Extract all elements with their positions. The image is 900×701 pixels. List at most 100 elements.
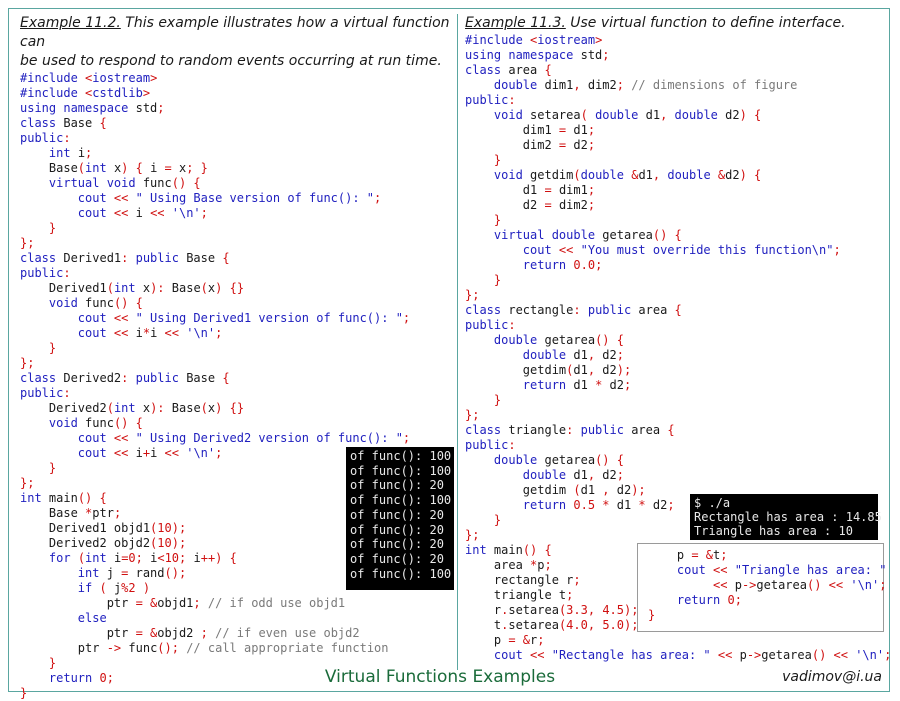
- code-token: public: [465, 93, 509, 107]
- code-token: getdim: [465, 483, 574, 497]
- code-token: 0.5: [573, 498, 603, 512]
- code-token: rectangle r: [465, 573, 574, 587]
- code-token: setarea: [508, 618, 559, 632]
- code-token: '\n': [850, 578, 880, 592]
- code-token: cout: [77, 311, 114, 325]
- code-line: cout << "Triangle has area: ": [648, 563, 887, 578]
- code-line: cout << i*i << '\n';: [20, 326, 450, 341]
- code-token: cout: [493, 648, 531, 662]
- code-token: :: [63, 131, 71, 145]
- code-token: cout: [77, 326, 114, 340]
- code-line: using namespace std;: [20, 101, 450, 116]
- code-token: }: [648, 608, 656, 622]
- code-token: );: [631, 483, 646, 497]
- code-line: p = &t;: [648, 548, 883, 563]
- code-token: ;: [879, 578, 887, 592]
- code-token: int: [113, 401, 143, 415]
- code-token: class: [465, 423, 509, 437]
- code-token: cout: [77, 431, 114, 445]
- code-token: ;: [667, 498, 675, 512]
- code-token: double: [493, 333, 545, 347]
- code-token: :: [121, 251, 136, 265]
- code-token: ;: [616, 348, 624, 362]
- code-token: ,: [573, 78, 588, 92]
- code-token: ;: [587, 138, 596, 152]
- code-line: Derived2(int x): Base(x) {}: [20, 401, 450, 416]
- code-token: main: [493, 543, 523, 557]
- code-token: class: [465, 63, 509, 77]
- code-token: {: [222, 371, 230, 385]
- code-line: void func() {: [20, 416, 450, 431]
- code-token: );: [171, 521, 187, 535]
- terminal-line: of func(): 100: [350, 463, 452, 478]
- code-token: };: [20, 476, 35, 490]
- code-line: }: [465, 153, 890, 168]
- code-token: virtual double: [493, 228, 603, 242]
- code-token: ):: [150, 281, 172, 295]
- code-token: 0: [128, 551, 136, 565]
- code-token: ->: [746, 648, 762, 662]
- code-token: func: [128, 641, 158, 655]
- code-token: cout: [77, 191, 114, 205]
- code-token: #include: [20, 86, 86, 100]
- code-token: ;: [215, 446, 223, 460]
- code-line: cout << " Using Derived2 version of func…: [20, 431, 450, 446]
- code-token: using namespace: [20, 101, 136, 115]
- code-token: }: [493, 513, 502, 527]
- code-token: d1: [465, 183, 545, 197]
- code-line: public:: [20, 131, 450, 146]
- code-token: x: [142, 401, 151, 415]
- code-token: ;: [602, 48, 610, 62]
- code-token: ,: [652, 168, 668, 182]
- code-token: {: [667, 423, 675, 437]
- code-token: using namespace: [465, 48, 581, 62]
- code-token: class: [20, 116, 64, 130]
- code-token: 0.0: [573, 258, 596, 272]
- code-token: );: [171, 536, 187, 550]
- code-token: <<: [717, 648, 740, 662]
- code-token: dim2: [558, 198, 588, 212]
- code-token: d2: [609, 378, 624, 392]
- code-token: func: [85, 296, 114, 310]
- code-token: ;: [734, 593, 742, 607]
- code-token: "Rectangle has area: ": [551, 648, 718, 662]
- code-token: d1: [638, 168, 653, 182]
- code-token: ;: [85, 146, 93, 160]
- code-token: int: [465, 543, 494, 557]
- code-line: dim1 = d1;: [465, 123, 890, 138]
- code-token: Base: [186, 251, 223, 265]
- code-line: virtual void func() {: [20, 176, 450, 191]
- code-token: d1: [573, 378, 596, 392]
- code-token: virtual void: [48, 176, 143, 190]
- code-token: {: [544, 63, 552, 77]
- code-token: <<: [164, 446, 187, 460]
- code-token: std: [580, 48, 603, 62]
- code-token: '\n': [855, 648, 885, 662]
- terminal-line: of func(): 100: [350, 566, 452, 581]
- code-token: Derived1: [63, 251, 122, 265]
- code-token: 5.0: [602, 618, 624, 632]
- code-token: d2: [652, 498, 668, 512]
- code-token: d2: [573, 138, 588, 152]
- terminal-line: of func(): 20: [350, 507, 444, 522]
- code-token: return: [676, 593, 728, 607]
- code-token: p: [537, 558, 545, 572]
- code-token: ;: [587, 198, 596, 212]
- code-token: () {: [171, 176, 201, 190]
- code-token: :: [566, 423, 581, 437]
- code-token: ,: [587, 468, 603, 482]
- code-token: main: [48, 491, 78, 505]
- code-token: }: [48, 341, 57, 355]
- code-token: {: [99, 116, 107, 130]
- code-token: ;: [833, 243, 841, 257]
- code-token: setarea: [530, 108, 581, 122]
- code-token: }: [493, 393, 502, 407]
